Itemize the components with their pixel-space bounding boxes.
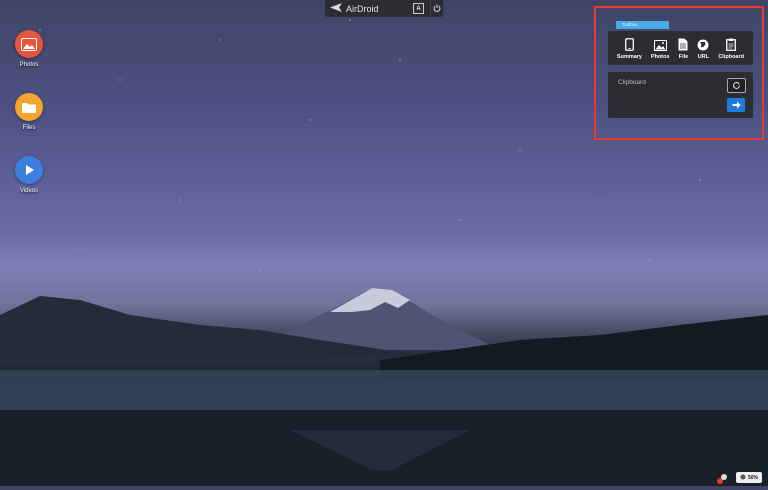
toolbox-clipboard-label: Clipboard — [718, 53, 744, 60]
toolbox-clipboard[interactable]: Clipboard — [718, 37, 744, 60]
desktop-photos-label: Photos — [19, 62, 39, 68]
desktop-videos-label: Videos — [19, 188, 39, 194]
image-icon — [653, 37, 667, 51]
phone-icon — [625, 37, 634, 51]
clipboard-send-button[interactable] — [727, 98, 745, 112]
power-icon — [433, 4, 441, 14]
airdroid-logo-icon — [330, 3, 342, 14]
battery-label: 50% — [747, 474, 758, 481]
clipboard-refresh-button[interactable] — [727, 78, 746, 93]
toolbox-label: Toolbox — [616, 21, 669, 29]
mode-a-button[interactable]: A — [413, 3, 424, 14]
airdroid-tray-icon[interactable] — [716, 472, 728, 484]
airdroid-brand[interactable]: AirDroid — [325, 3, 413, 14]
desktop-videos[interactable]: Videos — [14, 156, 44, 194]
toolbox-url[interactable]: URL — [697, 37, 709, 60]
file-icon — [678, 37, 688, 51]
toolbox-file-label: File — [678, 53, 689, 60]
toolbox-photos-label: Photos — [650, 53, 670, 60]
toolbox-summary-label: Summary — [616, 53, 642, 60]
folder-icon — [15, 93, 43, 121]
clipboard-icon — [726, 37, 737, 51]
toolbox-panel: Summary Photos File URL Clipboard — [608, 31, 753, 65]
desktop-files[interactable]: Files — [14, 93, 44, 131]
battery-status: 50% — [736, 472, 762, 483]
toolbox-photos[interactable]: Photos — [651, 37, 670, 60]
desktop-photos[interactable]: Photos — [14, 30, 44, 68]
battery-icon — [740, 474, 746, 482]
refresh-icon — [732, 77, 741, 95]
photos-icon — [15, 30, 43, 58]
airdroid-brand-label: AirDroid — [346, 3, 379, 14]
clipboard-input[interactable]: Clipboard — [618, 79, 646, 86]
toolbox-file[interactable]: File — [678, 37, 688, 60]
play-icon — [15, 156, 43, 184]
arrow-right-icon — [732, 96, 741, 114]
globe-icon — [697, 37, 709, 51]
desktop-files-label: Files — [22, 125, 36, 131]
airdroid-topbar: AirDroid A — [325, 0, 443, 17]
clipboard-panel: Clipboard — [608, 72, 753, 118]
toolbox-url-label: URL — [697, 53, 710, 60]
toolbox-summary[interactable]: Summary — [617, 37, 642, 60]
power-button[interactable] — [430, 0, 443, 17]
